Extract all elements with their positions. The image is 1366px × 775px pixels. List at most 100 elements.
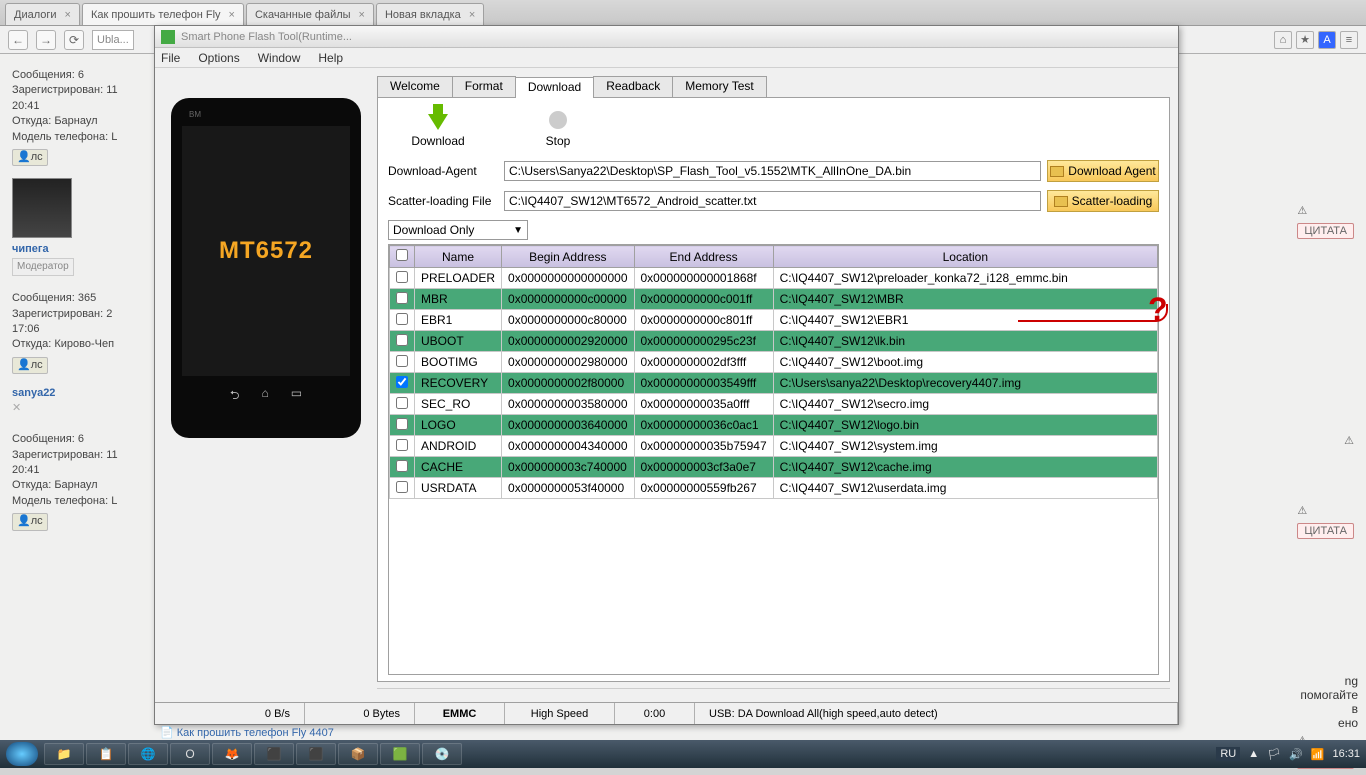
chip-label: MT6572 — [219, 237, 313, 265]
back-button[interactable]: ← — [8, 30, 28, 50]
scatter-loading-button[interactable]: Scatter-loading — [1047, 190, 1159, 212]
browser-tab[interactable]: Скачанные файлы× — [246, 3, 374, 25]
quote-button[interactable]: ЦИТАТА — [1297, 223, 1354, 239]
browser-tab[interactable]: Новая вкладка× — [376, 3, 484, 25]
row-checkbox[interactable] — [396, 439, 408, 451]
cell-begin: 0x0000000003580000 — [502, 394, 634, 415]
table-row[interactable]: UBOOT0x00000000029200000x000000000295c23… — [390, 331, 1158, 352]
ext-icon[interactable]: A — [1318, 31, 1336, 49]
close-icon[interactable]: × — [359, 9, 365, 21]
table-row[interactable]: BOOTIMG0x00000000029800000x0000000002df3… — [390, 352, 1158, 373]
tab-download[interactable]: Download — [515, 77, 594, 98]
menu-window[interactable]: Window — [258, 51, 301, 65]
download-agent-button[interactable]: Download Agent — [1047, 160, 1159, 182]
header-begin[interactable]: Begin Address — [502, 246, 634, 268]
forum-link[interactable]: 📄 Как прошить телефон Fly 4407 — [160, 726, 334, 739]
taskbar-item[interactable]: 💿 — [422, 743, 462, 765]
window-titlebar[interactable]: Smart Phone Flash Tool(Runtime... — [155, 26, 1178, 48]
taskbar-item[interactable]: 🟩 — [380, 743, 420, 765]
home-icon[interactable]: ⌂ — [1274, 31, 1292, 49]
start-button[interactable] — [6, 742, 38, 766]
row-checkbox[interactable] — [396, 355, 408, 367]
address-bar[interactable]: Ubla... — [92, 30, 134, 50]
menu-icon[interactable]: ≡ — [1340, 31, 1358, 49]
cell-name: LOGO — [415, 415, 502, 436]
taskbar-item[interactable]: ⬛ — [254, 743, 294, 765]
row-checkbox[interactable] — [396, 334, 408, 346]
row-checkbox[interactable] — [396, 271, 408, 283]
pm-button[interactable]: 👤лс — [12, 149, 48, 166]
username[interactable]: чипега — [12, 242, 142, 257]
menu-help[interactable]: Help — [318, 51, 343, 65]
taskbar-item[interactable]: 📁 — [44, 743, 84, 765]
taskbar-item[interactable]: 📦 — [338, 743, 378, 765]
ext-icon[interactable]: ★ — [1296, 31, 1314, 49]
home-icon: ⌂ — [262, 386, 269, 407]
status-storage: EMMC — [415, 703, 505, 724]
table-row[interactable]: USRDATA0x0000000053f400000x00000000559fb… — [390, 478, 1158, 499]
row-checkbox[interactable] — [396, 292, 408, 304]
scatter-path-input[interactable] — [504, 191, 1041, 211]
tray-icon[interactable]: ▲ — [1248, 748, 1259, 760]
header-name[interactable]: Name — [415, 246, 502, 268]
tab-welcome[interactable]: Welcome — [377, 76, 453, 97]
close-icon[interactable]: × — [65, 9, 71, 21]
cell-begin: 0x0000000002f80000 — [502, 373, 634, 394]
username[interactable]: sanya22 — [12, 386, 142, 401]
row-checkbox[interactable] — [396, 397, 408, 409]
row-checkbox[interactable] — [396, 481, 408, 493]
close-icon[interactable]: × — [229, 9, 235, 21]
clock[interactable]: 16:31 — [1332, 748, 1360, 760]
table-row[interactable]: ANDROID0x00000000043400000x00000000035b7… — [390, 436, 1158, 457]
table-row[interactable]: EBR10x0000000000c800000x0000000000c801ff… — [390, 310, 1158, 331]
folder-icon — [1050, 166, 1064, 177]
row-checkbox[interactable] — [396, 418, 408, 430]
action-toolbar: Download Stop — [388, 104, 1159, 156]
tab-memory-test[interactable]: Memory Test — [672, 76, 766, 97]
tray-icon[interactable]: 🔊 — [1289, 748, 1303, 761]
mode-combobox[interactable]: Download Only ▼ — [388, 220, 528, 240]
reload-button[interactable]: ⟳ — [64, 30, 84, 50]
row-checkbox[interactable] — [396, 460, 408, 472]
value: L — [111, 131, 117, 143]
row-checkbox[interactable] — [396, 376, 408, 388]
quote-button[interactable]: ЦИТАТА — [1297, 523, 1354, 539]
taskbar-item[interactable]: O — [170, 743, 210, 765]
taskbar-item[interactable]: ⬛ — [296, 743, 336, 765]
taskbar-item[interactable]: 🦊 — [212, 743, 252, 765]
language-indicator[interactable]: RU — [1216, 747, 1240, 761]
cell-begin: 0x0000000003640000 — [502, 415, 634, 436]
download-button[interactable]: Download — [408, 108, 468, 148]
menu-file[interactable]: File — [161, 51, 180, 65]
menu-options[interactable]: Options — [198, 51, 239, 65]
table-row[interactable]: SEC_RO0x00000000035800000x00000000035a0f… — [390, 394, 1158, 415]
table-row[interactable]: RECOVERY0x0000000002f800000x000000000035… — [390, 373, 1158, 394]
forward-button[interactable]: → — [36, 30, 56, 50]
menubar: File Options Window Help — [155, 48, 1178, 68]
tray-icon[interactable]: 🏳 — [1267, 748, 1281, 761]
tab-readback[interactable]: Readback — [593, 76, 673, 97]
table-row[interactable]: MBR0x0000000000c000000x0000000000c001ffC… — [390, 289, 1158, 310]
header-check[interactable] — [390, 246, 415, 268]
tab-bar: Welcome Format Download Readback Memory … — [377, 76, 1170, 98]
header-end[interactable]: End Address — [634, 246, 773, 268]
taskbar-item[interactable]: 🌐 — [128, 743, 168, 765]
tab-format[interactable]: Format — [452, 76, 516, 97]
taskbar-item[interactable]: 📋 — [86, 743, 126, 765]
pm-button[interactable]: 👤лс — [12, 513, 48, 530]
status-bar: 0 B/s 0 Bytes EMMC High Speed 0:00 USB: … — [155, 702, 1178, 724]
table-row[interactable]: CACHE0x000000003c7400000x000000003cf3a0e… — [390, 457, 1158, 478]
da-path-input[interactable] — [504, 161, 1041, 181]
table-row[interactable]: PRELOADER0x00000000000000000x00000000000… — [390, 268, 1158, 289]
cell-end: 0x0000000000c001ff — [634, 289, 773, 310]
row-checkbox[interactable] — [396, 313, 408, 325]
partition-table[interactable]: Name Begin Address End Address Location … — [388, 244, 1159, 675]
browser-tab[interactable]: Как прошить телефон Fly× — [82, 3, 244, 25]
stop-button[interactable]: Stop — [528, 108, 588, 148]
table-row[interactable]: LOGO0x00000000036400000x00000000036c0ac1… — [390, 415, 1158, 436]
browser-tab[interactable]: Диалоги× — [5, 3, 80, 25]
header-location[interactable]: Location — [773, 246, 1157, 268]
close-icon[interactable]: × — [469, 9, 475, 21]
pm-button[interactable]: 👤лс — [12, 357, 48, 374]
tray-icon[interactable]: 📶 — [1311, 748, 1325, 761]
